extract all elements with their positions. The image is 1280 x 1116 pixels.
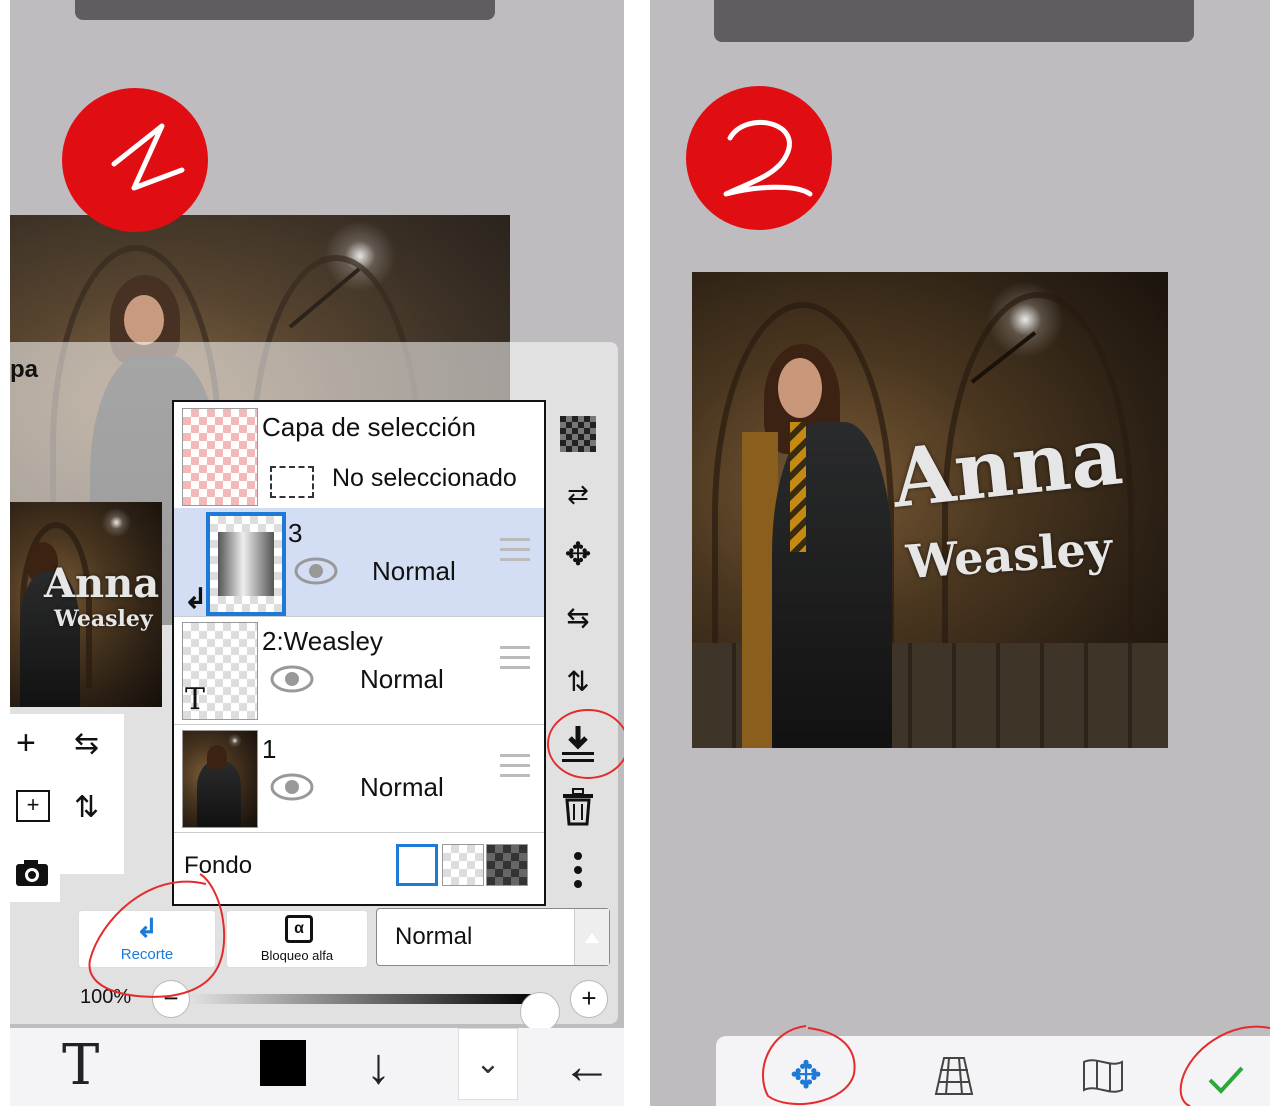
warp-icon[interactable] — [1082, 1056, 1124, 1096]
opacity-slider[interactable] — [190, 992, 560, 1032]
layer-blend-mode: Normal — [372, 556, 456, 586]
background-dark-option[interactable] — [486, 844, 528, 886]
text-icon[interactable]: T — [62, 1034, 99, 1098]
plus-icon[interactable]: + — [16, 724, 36, 763]
visibility-eye-icon[interactable] — [270, 772, 314, 802]
add-layer-icon[interactable]: + — [16, 790, 50, 822]
move-icon[interactable]: ✥ — [786, 1056, 826, 1096]
layer-blend-mode: Normal — [360, 772, 444, 802]
canvas-preview-thumbnail: Anna Weasley — [10, 502, 162, 707]
layer-row-1[interactable]: 1 Normal — [174, 724, 544, 833]
layer-name: 1 — [262, 734, 277, 764]
background-transparent-option[interactable] — [442, 844, 484, 886]
layer-window-title: pa — [10, 356, 39, 383]
screenshot-panel-1: pa Anna Weasley + ⇆ + ⇅ Capa de selecció… — [10, 0, 624, 1106]
camera-button[interactable] — [10, 842, 60, 902]
visibility-eye-icon[interactable] — [270, 664, 314, 694]
right-tool-column: ⇄ ✥ ⇆ ⇅ — [546, 402, 610, 902]
canvas-image: Anna Weasley — [692, 272, 1168, 748]
layer-thumbnail — [182, 730, 258, 828]
layer-thumbnail — [206, 512, 286, 616]
layer-thumbnail: T — [182, 622, 258, 720]
dropdown-arrow-icon — [574, 909, 609, 965]
lock-icon: α — [285, 915, 313, 943]
step-badge-1 — [62, 88, 208, 232]
opacity-value: 100% — [80, 986, 132, 1008]
background-row: Fondo — [174, 832, 544, 902]
blend-mode-value: Normal — [395, 923, 473, 950]
layer-name: Capa de selección — [262, 412, 476, 442]
merge-down-icon[interactable] — [560, 724, 596, 762]
clipping-label: Recorte — [120, 946, 174, 963]
layer-row-2[interactable]: T 2:Weasley Normal — [174, 616, 544, 725]
alpha-lock-label: Bloqueo alfa — [260, 948, 334, 963]
thumbnail-title-line2: Weasley — [54, 606, 153, 632]
blend-mode-select[interactable]: Normal — [376, 908, 610, 966]
layer-list: Capa de selección No seleccionado ↲ 3 No… — [172, 400, 546, 906]
top-toolbar — [714, 0, 1194, 42]
layer-name: 2:Weasley — [262, 626, 383, 656]
visibility-eye-icon[interactable] — [294, 556, 338, 586]
opacity-row: 100% − + — [10, 980, 618, 1032]
clipping-button[interactable]: ↲ Recorte — [78, 910, 216, 968]
step-badge-2 — [686, 86, 832, 230]
opacity-decrease-button[interactable]: − — [152, 980, 190, 1018]
selection-layer-thumbnail — [182, 408, 258, 506]
selection-layer-row[interactable]: Capa de selección No seleccionado — [174, 402, 544, 509]
background-white-option[interactable] — [396, 844, 438, 886]
thumbnail-title-line1: Anna — [44, 560, 160, 607]
selection-marquee-icon — [270, 466, 314, 498]
arrow-down-icon[interactable]: ↓ — [366, 1034, 391, 1098]
flip-horizontal-icon[interactable]: ⇆ — [560, 600, 596, 636]
opacity-slider-knob[interactable] — [520, 992, 560, 1032]
background-label: Fondo — [184, 852, 253, 879]
opacity-increase-button[interactable]: + — [570, 980, 608, 1018]
flip-vertical-icon[interactable]: ⇅ — [560, 664, 596, 700]
divider — [624, 0, 650, 1116]
screenshot-panel-2: Anna Weasley ✥ — [650, 0, 1270, 1106]
layer-name: 3 — [288, 518, 303, 548]
back-icon[interactable]: ← — [562, 1034, 612, 1098]
layer-options: ↲ Recorte α Bloqueo alfa Normal 100% − + — [10, 906, 618, 1032]
flip-horizontal-icon[interactable]: ⇆ — [74, 726, 99, 761]
color-swatch[interactable] — [260, 1040, 306, 1086]
move-icon[interactable]: ✥ — [560, 536, 596, 572]
drag-handle-icon[interactable] — [500, 538, 530, 562]
trash-icon[interactable] — [560, 788, 596, 826]
flip-vertical-icon[interactable]: ⇅ — [74, 790, 99, 825]
drag-handle-icon[interactable] — [500, 646, 530, 670]
top-toolbar — [75, 0, 495, 20]
clipping-icon: ↲ — [136, 913, 158, 943]
check-icon[interactable] — [1206, 1064, 1246, 1096]
collapse-icon[interactable]: ⌄ — [458, 1028, 518, 1100]
transparency-icon[interactable] — [560, 416, 596, 452]
clipping-arrow-icon: ↲ — [184, 583, 208, 614]
camera-icon — [16, 860, 48, 886]
layer-blend-mode: Normal — [360, 664, 444, 694]
selection-status: No seleccionado — [332, 464, 517, 492]
alpha-lock-button[interactable]: α Bloqueo alfa — [226, 910, 368, 968]
swap-icon[interactable]: ⇄ — [560, 476, 596, 512]
layer-row-3[interactable]: ↲ 3 Normal — [174, 508, 544, 617]
more-icon[interactable] — [560, 850, 596, 888]
text-layer-icon: T — [185, 682, 206, 717]
perspective-icon[interactable] — [934, 1056, 974, 1096]
bottom-toolbar: T ↓ ⌄ ← — [10, 1028, 624, 1106]
drag-handle-icon[interactable] — [500, 754, 530, 778]
layer-window: pa Anna Weasley + ⇆ + ⇅ Capa de selecció… — [10, 342, 618, 1032]
transform-toolbar: ✥ — [716, 1036, 1270, 1106]
